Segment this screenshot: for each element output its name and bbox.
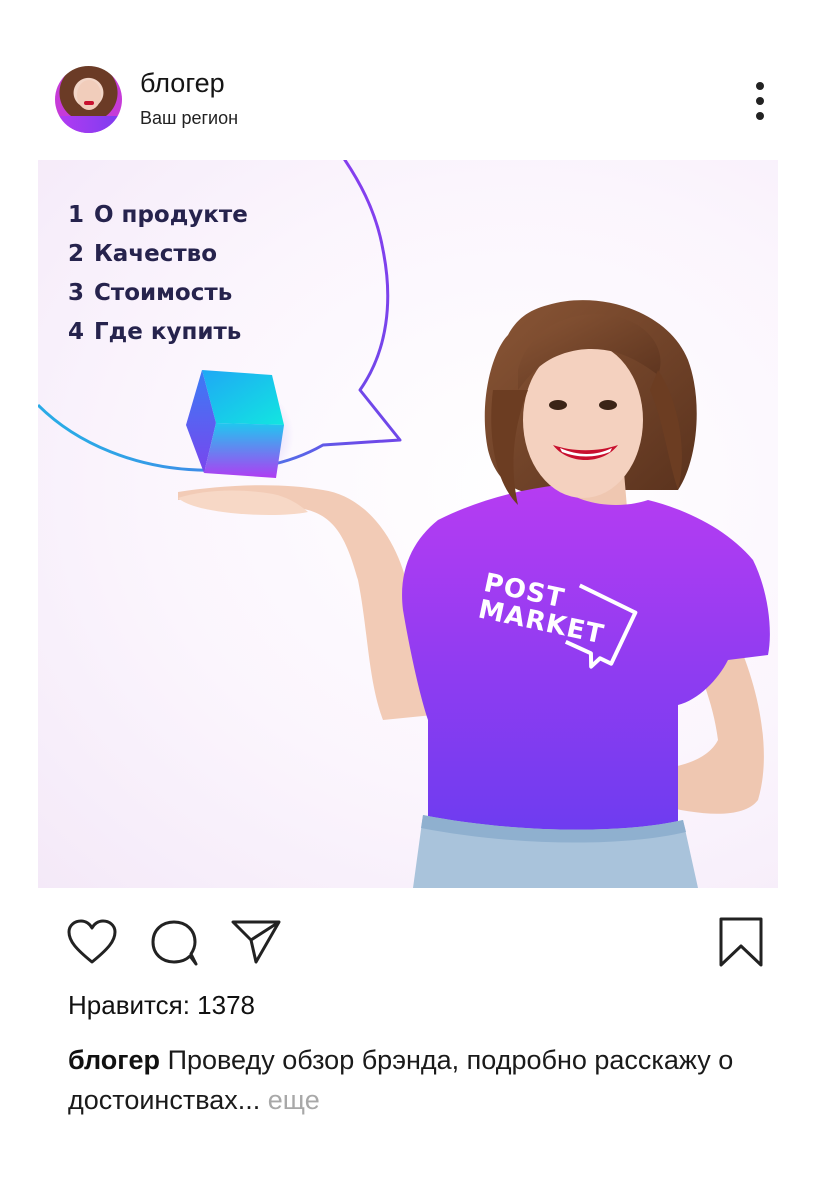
avatar-lips [84, 101, 94, 105]
caption-text: Проведу обзор брэнда, подробно расскажу … [68, 1045, 734, 1115]
heart-icon[interactable] [66, 918, 118, 966]
more-link[interactable]: еще [260, 1085, 320, 1115]
post-image[interactable]: POST MARKET 1О продукте 2 Качество 3 Стоим… [38, 160, 778, 888]
username[interactable]: блогер [140, 68, 225, 99]
likes-count[interactable]: Нравится: 1378 [68, 990, 255, 1021]
list-item-label: Качество [94, 241, 218, 267]
bookmark-icon[interactable] [718, 916, 764, 968]
list-item-number: 2 [68, 241, 85, 267]
post-caption: блогер Проведу обзор брэнда, подробно ра… [68, 1040, 748, 1120]
speech-bubble-list: 1 О продукте 2 Качество 3 Стоимость 4 Где ку… [68, 196, 248, 352]
more-options-icon[interactable] [752, 82, 768, 122]
list-item-label: Где купить [94, 319, 242, 345]
post-header: блогер Ваш регион [0, 0, 815, 150]
cube-icon [186, 370, 294, 480]
avatar-shirt [55, 116, 122, 133]
list-item-label: О продукте [94, 202, 248, 228]
list-item: 3 Стоимость [68, 274, 248, 313]
location-label[interactable]: Ваш регион [140, 108, 238, 129]
list-item: 4 Где купить [68, 313, 248, 352]
send-icon[interactable] [230, 918, 282, 966]
list-item-number: 3 [68, 280, 85, 306]
list-item: 2 Качество [68, 235, 248, 274]
list-item-number: 4 [68, 319, 85, 345]
list-item: 1 О продукте [68, 196, 248, 235]
avatar[interactable] [55, 66, 122, 133]
caption-username[interactable]: блогер [68, 1045, 160, 1075]
list-item-number: 1 [68, 202, 85, 228]
list-item-label: Стоимость [94, 280, 233, 306]
avatar-face [77, 80, 101, 110]
comment-icon[interactable] [150, 918, 200, 968]
action-bar [0, 900, 815, 980]
